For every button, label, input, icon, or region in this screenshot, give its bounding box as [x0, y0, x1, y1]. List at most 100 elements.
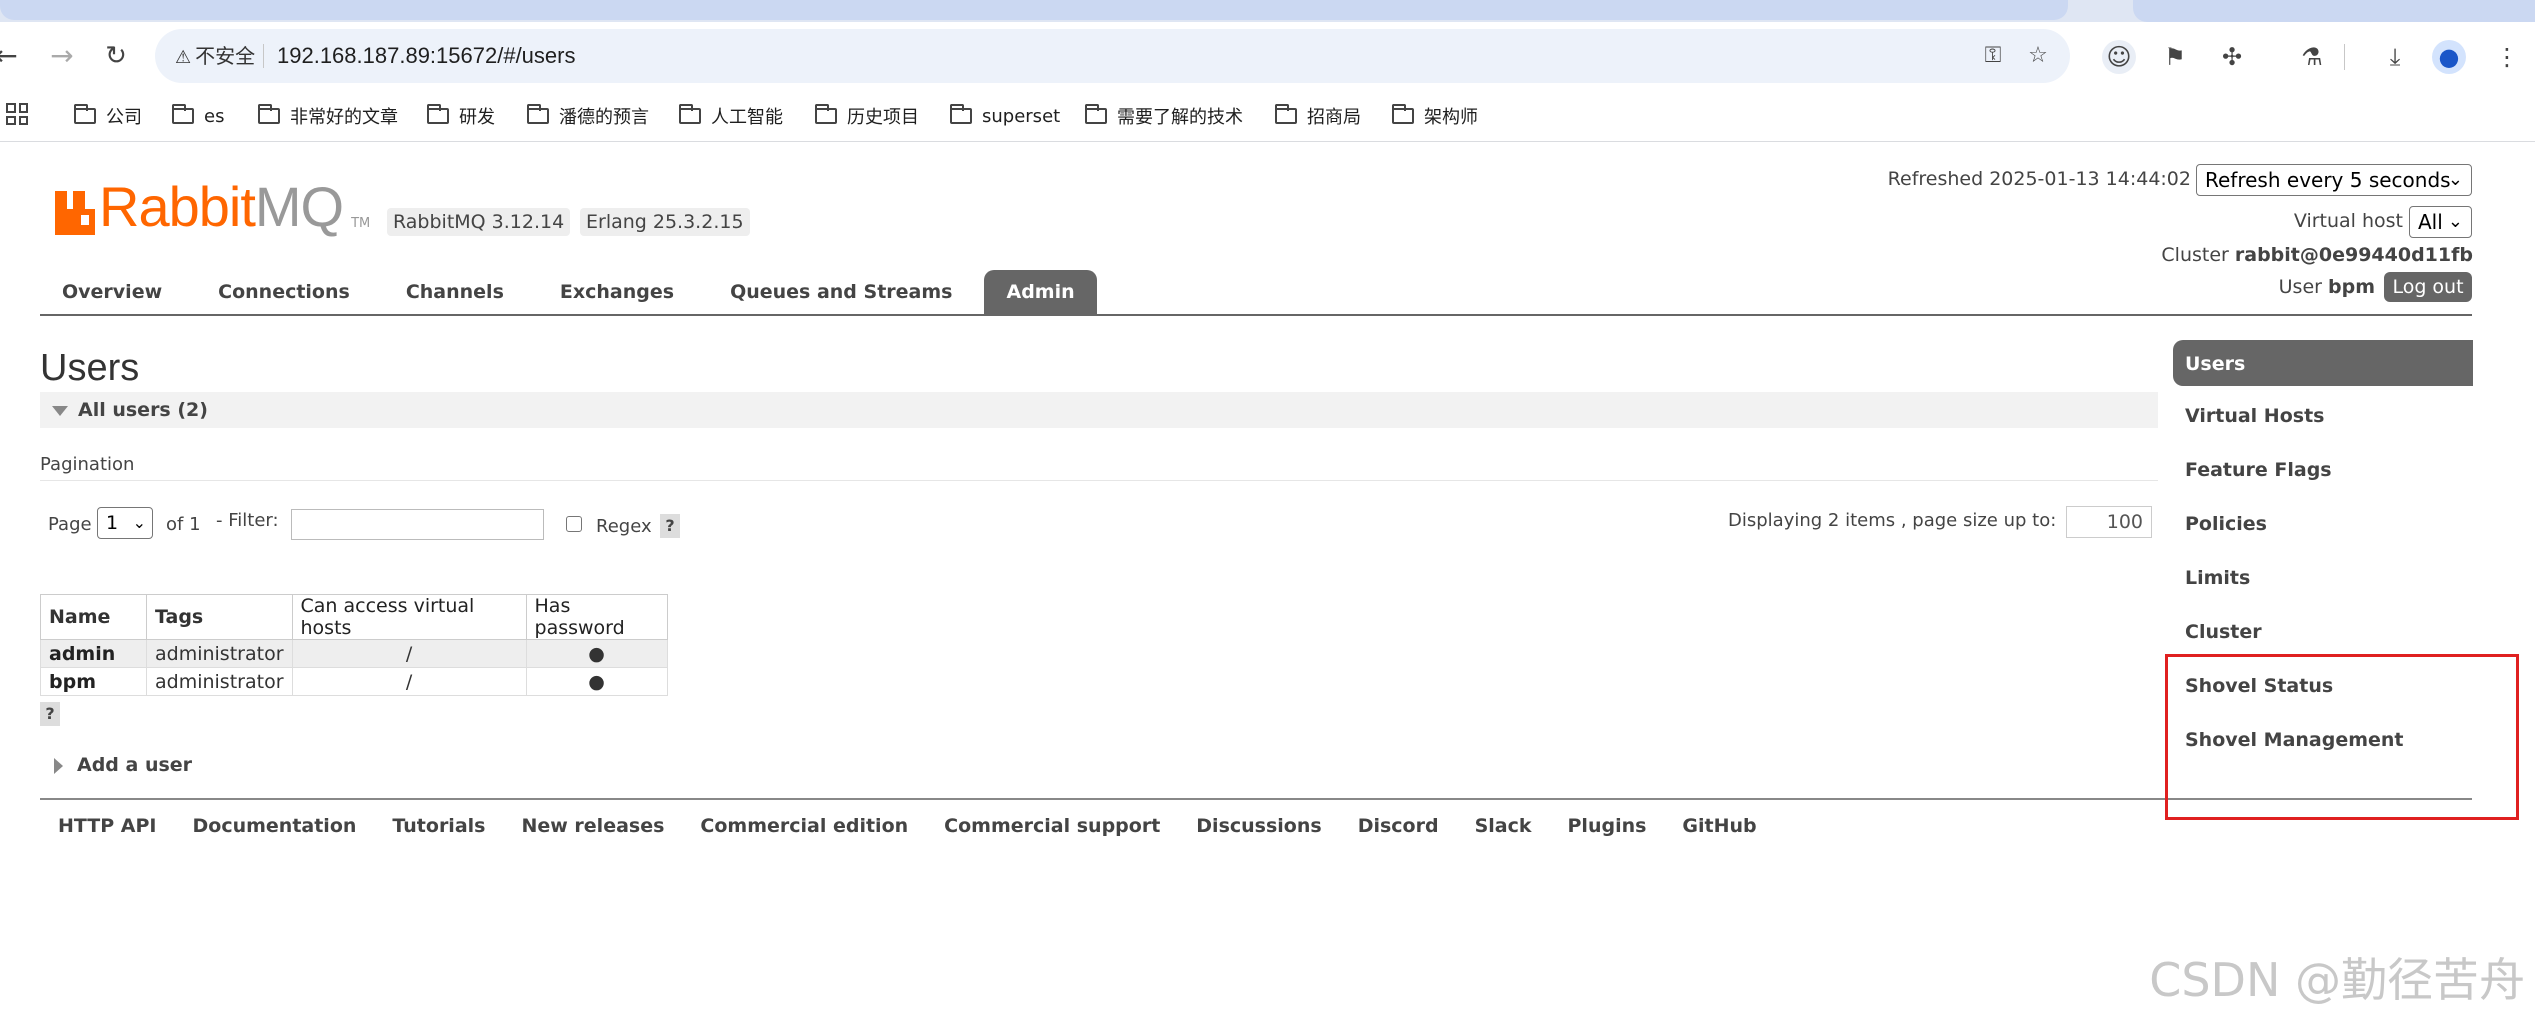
key-icon[interactable]: ⚿ — [1978, 41, 2008, 71]
rabbitmq-version-badge: RabbitMQ 3.12.14 — [387, 208, 571, 236]
filter-input[interactable] — [291, 509, 544, 540]
bookmark-folder[interactable]: 需要了解的技术 — [1085, 101, 1243, 131]
displaying-label: Displaying 2 items , page size up to: — [1728, 510, 2057, 531]
logo-trademark: TM — [351, 216, 371, 231]
footer-link-tutorials[interactable]: Tutorials — [374, 810, 503, 842]
warning-icon: ⚠ — [175, 47, 192, 68]
footer-link-slack[interactable]: Slack — [1457, 810, 1550, 842]
cluster-name: rabbit@0e99440d11fb — [2234, 244, 2473, 266]
refresh-interval-select[interactable]: Refresh every 5 seconds ⌄ — [2196, 164, 2472, 196]
folder-icon — [427, 104, 449, 124]
folder-icon — [74, 104, 96, 124]
logo-text-rabbit: Rabbit — [99, 175, 256, 238]
browser-tab-active[interactable] — [0, 0, 2068, 20]
bookmark-folder[interactable]: 招商局 — [1275, 101, 1361, 131]
table-help-button[interactable]: ? — [40, 702, 60, 726]
toolbar-separator — [2344, 44, 2345, 70]
profile-icon[interactable]: ● — [2432, 40, 2466, 74]
column-header-tags[interactable]: Tags — [146, 594, 293, 640]
rabbitmq-logo[interactable]: Rabbit MQ TM — [55, 175, 370, 235]
page-size-input[interactable]: 100 — [2066, 506, 2152, 538]
tab-overview[interactable]: Overview — [40, 270, 186, 314]
folder-icon — [527, 104, 549, 124]
all-users-section-header[interactable]: All users (2) — [40, 392, 2158, 428]
tab-admin[interactable]: Admin — [984, 270, 1097, 314]
footer-link-github[interactable]: GitHub — [1664, 810, 1774, 842]
user-info: User bpm — [2278, 276, 2375, 298]
page-count: of 1 — [166, 514, 201, 535]
add-user-section-header[interactable]: Add a user — [54, 750, 192, 780]
pagination-divider — [40, 480, 2158, 481]
sidebar-item-cluster[interactable]: Cluster — [2173, 608, 2473, 656]
forward-icon[interactable]: → — [42, 36, 82, 76]
back-icon[interactable]: ← — [0, 36, 26, 76]
user-name-cell[interactable]: admin — [40, 639, 147, 668]
apps-grid-icon[interactable] — [6, 103, 28, 125]
table-row[interactable]: admin administrator / ● — [40, 639, 668, 668]
reload-icon[interactable]: ↻ — [96, 36, 136, 76]
download-icon[interactable]: ⤓ — [2378, 40, 2412, 74]
regex-help-button[interactable]: ? — [660, 514, 680, 538]
virtual-host-label: Virtual host — [2293, 210, 2403, 232]
virtual-host-select[interactable]: All ⌄ — [2409, 206, 2472, 238]
translate-icon[interactable]: ⚑ — [2158, 40, 2192, 74]
bookmark-folder[interactable]: 人工智能 — [679, 101, 783, 131]
star-icon[interactable]: ☆ — [2023, 41, 2053, 71]
bookmark-folder[interactable]: 潘德的预言 — [527, 101, 649, 131]
bookmark-folder[interactable]: es — [172, 101, 224, 131]
sidebar-item-virtual-hosts[interactable]: Virtual Hosts — [2173, 392, 2473, 440]
tab-queues-and-streams[interactable]: Queues and Streams — [706, 270, 976, 314]
column-header-name[interactable]: Name — [40, 594, 147, 640]
filter-label: - Filter: — [216, 510, 279, 531]
folder-icon — [172, 104, 194, 124]
url-text[interactable]: 192.168.187.89:15672/#/users — [277, 41, 575, 71]
sidebar-item-limits[interactable]: Limits — [2173, 554, 2473, 602]
watermark: CSDN @勤径苦舟 — [2149, 953, 2525, 1007]
tab-connections[interactable]: Connections — [194, 270, 374, 314]
table-row[interactable]: bpm administrator / ● — [40, 667, 668, 696]
footer-link-commercial-edition[interactable]: Commercial edition — [682, 810, 926, 842]
logout-button[interactable]: Log out — [2384, 272, 2472, 302]
user-name-cell[interactable]: bpm — [40, 667, 147, 696]
logo-text-mq: MQ — [254, 175, 344, 238]
footer-link-discussions[interactable]: Discussions — [1178, 810, 1339, 842]
bookmark-folder[interactable]: 架构师 — [1392, 101, 1478, 131]
security-indicator[interactable]: ⚠ 不安全 — [175, 41, 255, 71]
bookmark-folder[interactable]: 历史项目 — [815, 101, 919, 131]
browser-toolbar: ← → ↻ ⚠ 不安全 192.168.187.89:15672/#/users … — [0, 22, 2535, 90]
footer-link-http-api[interactable]: HTTP API — [40, 810, 175, 842]
browser-tab-new[interactable] — [2133, 0, 2535, 22]
regex-checkbox[interactable] — [566, 516, 582, 532]
footer-link-plugins[interactable]: Plugins — [1550, 810, 1665, 842]
chevron-down-icon: ⌄ — [2447, 211, 2463, 232]
bookmark-folder[interactable]: superset — [950, 101, 1060, 131]
sidebar-item-feature-flags[interactable]: Feature Flags — [2173, 446, 2473, 494]
page-select[interactable]: 1 ⌄ — [97, 507, 153, 539]
bookmark-folder[interactable]: 研发 — [427, 101, 495, 131]
puzzle-icon[interactable]: ✣ — [2215, 40, 2249, 74]
has-password-dot: ● — [525, 639, 668, 668]
flask-icon[interactable]: ⚗ — [2295, 40, 2329, 74]
tab-exchanges[interactable]: Exchanges — [536, 270, 698, 314]
bookmark-folder[interactable]: 公司 — [74, 101, 142, 131]
menu-icon[interactable]: ⋮ — [2490, 40, 2524, 74]
sidebar-item-users[interactable]: Users — [2173, 340, 2473, 386]
address-bar[interactable]: ⚠ 不安全 192.168.187.89:15672/#/users ⚿ ☆ — [155, 29, 2070, 83]
tab-channels[interactable]: Channels — [382, 270, 528, 314]
table-header-row: Name Tags Can access virtual hosts Has p… — [40, 594, 668, 640]
chevron-down-icon: ⌄ — [2447, 169, 2463, 190]
user-vhosts-cell: / — [291, 639, 527, 668]
column-header-vhosts[interactable]: Can access virtual hosts — [291, 594, 527, 640]
bookmark-folder[interactable]: 非常好的文章 — [258, 101, 398, 131]
footer-link-commercial-support[interactable]: Commercial support — [926, 810, 1178, 842]
folder-icon — [679, 104, 701, 124]
footer-link-discord[interactable]: Discord — [1340, 810, 1457, 842]
sidebar-item-policies[interactable]: Policies — [2173, 500, 2473, 548]
extension-icon[interactable]: ☺ — [2102, 40, 2136, 74]
footer-link-new-releases[interactable]: New releases — [503, 810, 682, 842]
omnibox-divider — [263, 44, 264, 68]
column-header-has-password[interactable]: Has password — [525, 594, 668, 640]
folder-icon — [258, 104, 280, 124]
footer-link-documentation[interactable]: Documentation — [175, 810, 375, 842]
cluster-info: Cluster rabbit@0e99440d11fb — [2161, 244, 2473, 266]
